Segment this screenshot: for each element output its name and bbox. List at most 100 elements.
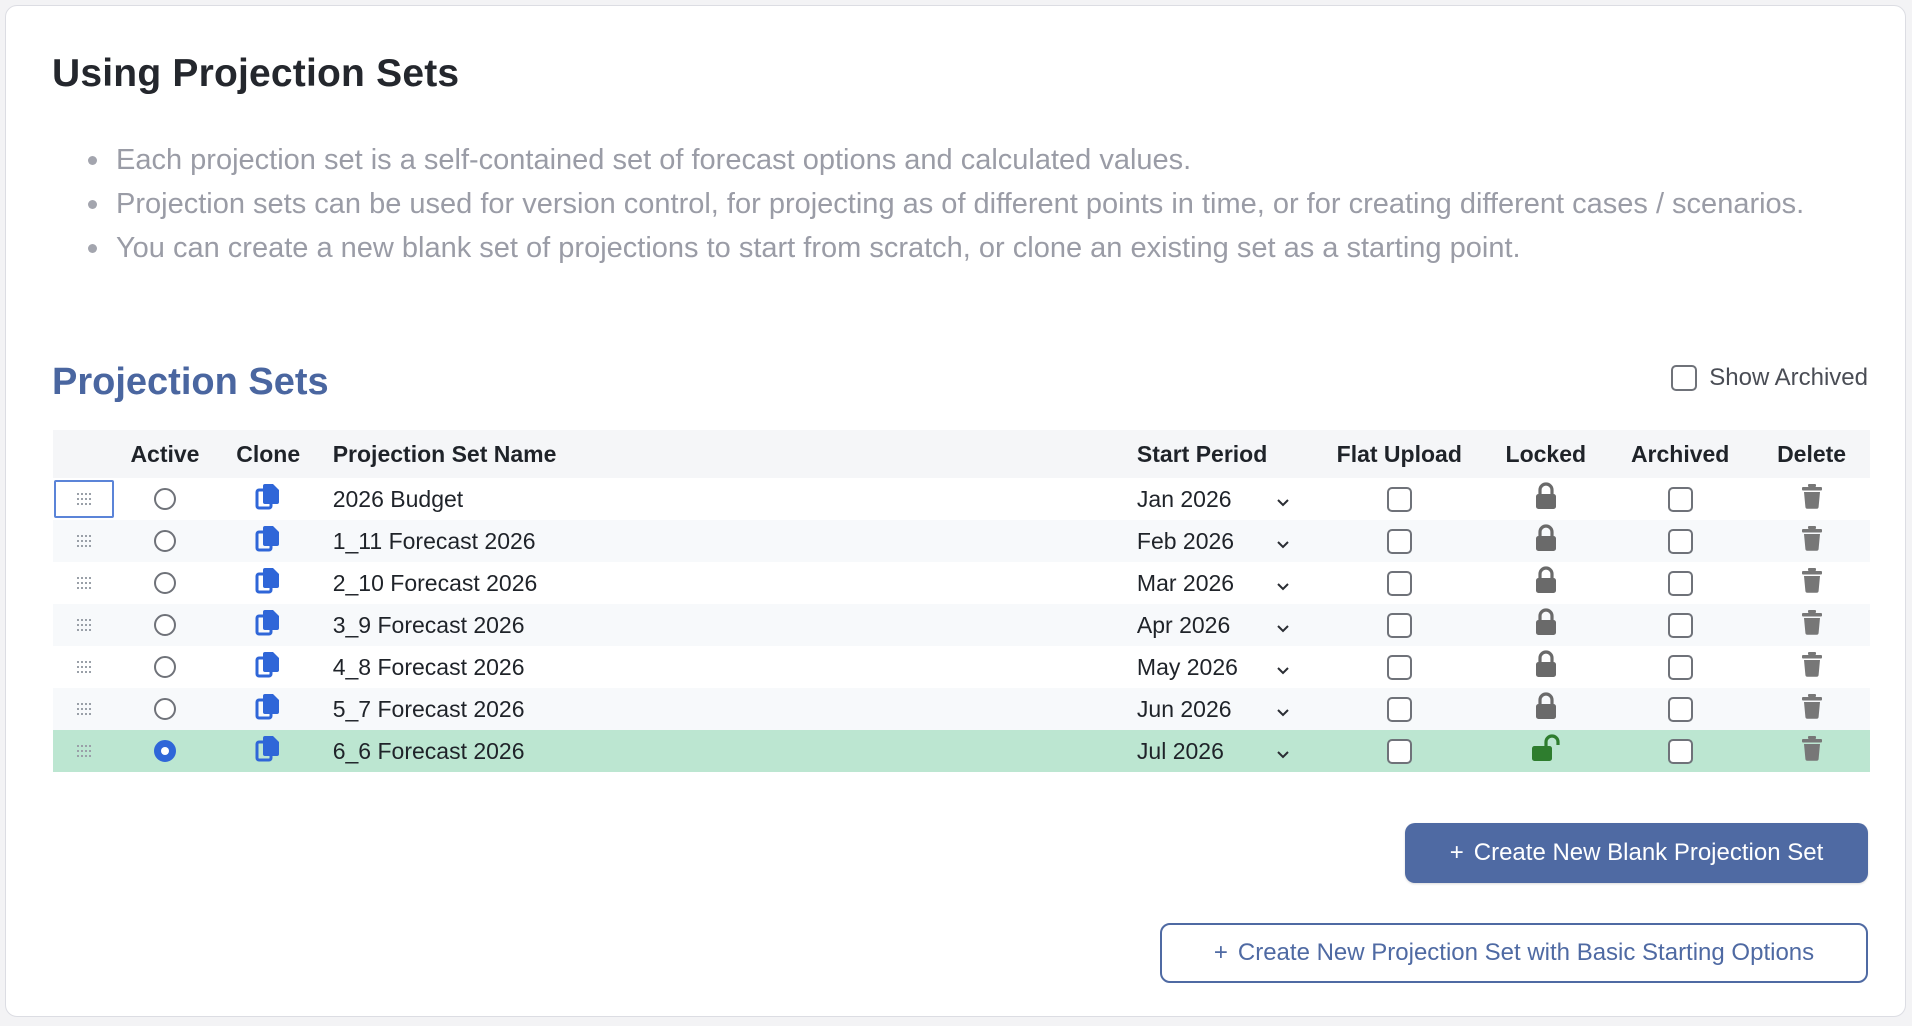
drag-cell [53,730,115,772]
active-radio[interactable] [153,614,176,636]
projection-set-name[interactable]: 6_6 Forecast 2026 [322,738,1137,765]
archived-checkbox[interactable] [1667,738,1693,764]
projection-set-name[interactable]: 2026 Budget [322,486,1137,513]
flat-upload-checkbox[interactable] [1386,654,1412,680]
flat-upload-checkbox[interactable] [1386,486,1412,512]
lock-icon[interactable] [1534,566,1558,600]
lock-icon[interactable] [1534,524,1558,558]
start-period-select[interactable]: Feb 2026 [1137,528,1314,555]
show-archived-label: Show Archived [1709,364,1868,391]
drag-handle-icon[interactable] [76,619,92,631]
copy-icon[interactable] [255,608,281,642]
start-period-select[interactable]: Jun 2026 [1137,696,1314,723]
trash-icon[interactable] [1801,483,1823,515]
locked-cell [1484,608,1607,642]
start-period-value: Feb 2026 [1136,527,1235,554]
trash-icon[interactable] [1801,567,1823,599]
chevron-down-icon [1275,654,1291,681]
drag-cell [53,562,115,604]
delete-cell [1753,651,1870,683]
archived-checkbox[interactable] [1667,486,1693,512]
drag-handle-icon[interactable] [76,703,92,715]
drag-handle-icon[interactable] [76,535,92,547]
drag-handle-focus[interactable] [54,480,115,518]
projection-set-name[interactable]: 4_8 Forecast 2026 [322,654,1137,681]
flat-upload-checkbox[interactable] [1386,570,1412,596]
active-radio[interactable] [153,698,176,720]
start-period-value: May 2026 [1136,653,1238,680]
start-period-select[interactable]: Mar 2026 [1137,570,1314,597]
projection-set-name[interactable]: 5_7 Forecast 2026 [322,696,1137,723]
start-period-select[interactable]: May 2026 [1137,654,1314,681]
locked-cell [1484,566,1607,600]
column-header-delete: Delete [1777,440,1847,467]
intro-bullet: You can create a new blank set of projec… [88,226,1828,270]
active-radio[interactable] [153,530,176,552]
flat-upload-checkbox[interactable] [1386,738,1412,764]
active-radio[interactable] [153,488,176,510]
archived-checkbox[interactable] [1667,654,1693,680]
active-radio[interactable] [153,656,176,678]
lock-icon[interactable] [1534,692,1558,726]
copy-icon[interactable] [255,482,281,516]
delete-cell [1753,483,1870,515]
copy-icon[interactable] [255,524,281,558]
clone-cell [215,692,322,726]
plus-icon: + [1213,939,1228,966]
trash-icon[interactable] [1801,525,1823,557]
start-period-select[interactable]: Apr 2026 [1137,612,1314,639]
delete-cell [1753,567,1870,599]
active-radio[interactable] [153,740,176,762]
archived-checkbox[interactable] [1667,528,1693,554]
start-period-value: Jul 2026 [1136,737,1224,764]
trash-icon[interactable] [1801,651,1823,683]
copy-icon[interactable] [255,692,281,726]
archived-checkbox[interactable] [1667,570,1693,596]
show-archived-checkbox[interactable] [1671,365,1698,391]
lock-icon[interactable] [1534,650,1558,684]
locked-cell [1484,734,1607,768]
drag-handle-icon[interactable] [76,745,92,757]
start-period-select[interactable]: Jul 2026 [1137,738,1314,765]
drag-cell [53,520,115,562]
active-cell [115,572,214,594]
archived-cell [1607,612,1753,638]
copy-icon[interactable] [255,566,281,600]
drag-column-header [53,430,115,478]
unlock-icon[interactable] [1530,734,1562,768]
active-cell [115,530,214,552]
trash-icon[interactable] [1801,609,1823,641]
intro-bullet: Projection sets can be used for version … [88,182,1828,226]
trash-icon[interactable] [1801,735,1823,767]
lock-icon[interactable] [1534,482,1558,516]
column-header-archived: Archived [1630,440,1730,467]
archived-checkbox[interactable] [1667,612,1693,638]
flat-upload-checkbox[interactable] [1386,696,1412,722]
archived-checkbox[interactable] [1667,696,1693,722]
show-archived-toggle[interactable]: Show Archived [1671,364,1868,392]
active-radio[interactable] [153,572,176,594]
start-period-select[interactable]: Jan 2026 [1137,486,1314,513]
active-cell [115,488,214,510]
flat-upload-checkbox[interactable] [1386,612,1412,638]
projection-set-name[interactable]: 2_10 Forecast 2026 [322,570,1137,597]
flat-upload-checkbox[interactable] [1386,528,1412,554]
chevron-down-icon [1275,570,1291,597]
create-basic-projection-set-button[interactable]: + Create New Projection Set with Basic S… [1160,923,1868,983]
copy-icon[interactable] [255,734,281,768]
projection-set-name[interactable]: 1_11 Forecast 2026 [322,528,1137,555]
chevron-down-icon [1275,612,1291,639]
drag-handle-icon[interactable] [76,493,92,505]
lock-icon[interactable] [1534,608,1558,642]
drag-handle-icon[interactable] [76,661,92,673]
trash-icon[interactable] [1801,693,1823,725]
chevron-down-icon [1275,738,1291,765]
clone-cell [215,734,322,768]
create-blank-projection-set-button[interactable]: + Create New Blank Projection Set [1405,823,1868,883]
drag-handle-icon[interactable] [76,577,92,589]
column-header-locked: Locked [1505,440,1587,467]
projection-set-name[interactable]: 3_9 Forecast 2026 [322,612,1137,639]
copy-icon[interactable] [255,650,281,684]
column-header-active: Active [130,440,200,467]
chevron-down-icon [1275,528,1291,555]
